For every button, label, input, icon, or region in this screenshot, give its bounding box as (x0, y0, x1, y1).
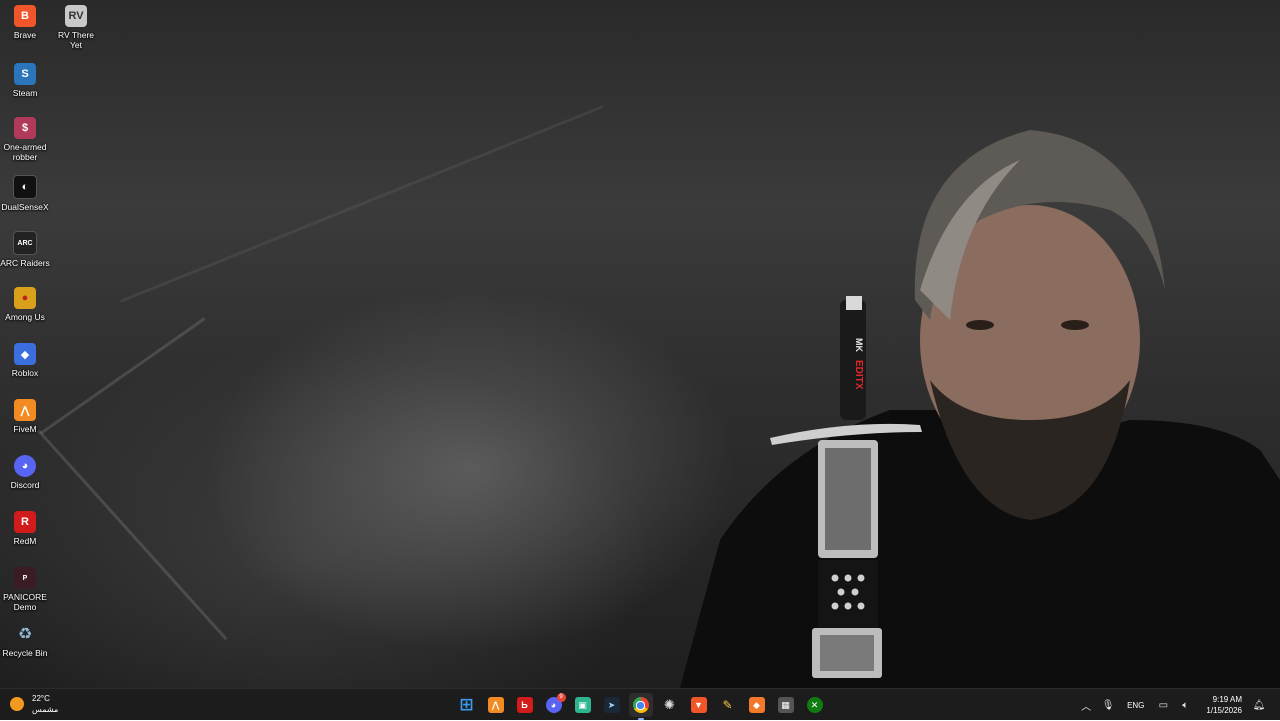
taskbar-app-brave[interactable]: ▼ (687, 693, 711, 717)
windows-start-icon: ⊞ (459, 695, 474, 714)
clock-date: 1/15/2026 (1206, 706, 1242, 715)
desktop-icon-panicore[interactable]: P PANICORE Demo (0, 567, 50, 612)
sword-label-mk: MK (854, 338, 864, 352)
taskbar: 22°C مشمس ⊞ ⋀ Ь ◕ 9 ▣ ➤ ✺ ▼ ✎ ◆ ▦ ✕ ︿ 🎙︎… (0, 688, 1280, 720)
redm-icon: Ь (516, 697, 533, 713)
desktop-icon-label: Among Us (5, 312, 45, 322)
taskbar-app-pen[interactable]: ✎ (716, 693, 740, 717)
desktop-icon-label: Roblox (11, 368, 39, 378)
recycle-bin-icon: ♻ (17, 626, 33, 643)
arc-raiders-icon: ARC (13, 231, 37, 255)
steelseries-icon: ✺ (664, 697, 675, 712)
desktop-icon-redm[interactable]: R RedM (0, 511, 50, 546)
desktop-icon-label: DualSenseX (1, 202, 49, 212)
clock-time: 9:19 AM (1212, 695, 1242, 704)
chrome-icon (632, 697, 649, 713)
volume-icon[interactable]: 🔈︎ (1176, 696, 1194, 714)
taskbar-clock[interactable]: 9:19 AM 1/15/2026 (1206, 694, 1242, 716)
desktop-icon-label: Steam (12, 88, 38, 98)
taskbar-app-discord[interactable]: ◕ 9 (542, 693, 566, 717)
desktop-icon-fivem[interactable]: ⋀ FiveM (0, 399, 50, 434)
desktop-wallpaper: MK EDITX B Brave RV RV There Yet S Steam… (0, 0, 1280, 688)
desktop-icon-discord[interactable]: ◕ Discord (0, 455, 50, 490)
microsoft-store-icon: ▦ (777, 697, 794, 713)
rv-there-yet-icon: RV (65, 5, 87, 27)
desktop-icon-one-armed-robber[interactable]: $ One-armed robber (0, 117, 50, 162)
chevron-up-icon[interactable]: ︿ (1077, 696, 1095, 714)
taskbar-app-orange-box[interactable]: ◆ (745, 693, 769, 717)
taskbar-app-fivem[interactable]: ⋀ (484, 693, 508, 717)
taskbar-app-chrome[interactable] (628, 693, 653, 720)
desktop-icon-label: RV There Yet (57, 30, 95, 50)
taskbar-app-xbox[interactable]: ✕ (803, 693, 827, 717)
desktop-icon-among-us[interactable]: ● Among Us (0, 287, 50, 322)
fivem-icon: ⋀ (14, 399, 36, 421)
wallpaper-portrait: MK EDITX (680, 130, 1280, 688)
desktop-icon-arc-raiders[interactable]: ARC ARC Raiders (0, 231, 50, 268)
teal-app-icon: ▣ (574, 697, 591, 713)
xbox-icon: ✕ (806, 697, 823, 713)
steam-icon: ➤ (603, 697, 620, 713)
system-tray: ︿ 🎙︎ ENG ▭ 🔈︎ 9:19 AM 1/15/2026 🔔︎ (1075, 689, 1270, 721)
discord-icon: ◕ (14, 455, 36, 477)
discord-notification-badge: 9 (556, 693, 566, 702)
desktop-icon-rv-there-yet[interactable]: RV RV There Yet (51, 5, 101, 50)
desktop-icon-label: Recycle Bin (2, 648, 48, 658)
roblox-icon: ◆ (14, 343, 36, 365)
brave-icon: B (14, 5, 36, 27)
desktop-icon-label: One-armed robber (3, 142, 47, 162)
fivem-icon: ⋀ (487, 697, 504, 713)
weather-text: 22°C مشمس (32, 693, 58, 715)
desktop-icon-label: PANICORE Demo (3, 592, 47, 612)
wallpaper-road-line (120, 105, 604, 303)
desktop-icon-label: RedM (13, 536, 37, 546)
notification-icon[interactable]: 🔔︎ (1250, 696, 1268, 714)
desktop-icon-label: FiveM (13, 424, 37, 434)
taskbar-app-steam[interactable]: ➤ (600, 693, 624, 717)
brave-icon: ▼ (690, 697, 707, 713)
weather-widget[interactable]: 22°C مشمس (10, 693, 58, 715)
dualsensex-icon: ◐ (13, 175, 37, 199)
redm-icon: R (14, 511, 36, 533)
taskbar-app-store[interactable]: ▦ (774, 693, 798, 717)
microphone-icon[interactable]: 🎙︎ (1099, 696, 1117, 714)
orange-box-icon: ◆ (748, 697, 765, 713)
taskbar-app-steelseries[interactable]: ✺ (658, 693, 682, 717)
steam-icon: S (14, 63, 36, 85)
desktop-icon-label: Brave (13, 30, 37, 40)
desktop-icon-label: Discord (10, 480, 40, 490)
one-armed-robber-icon: $ (14, 117, 36, 139)
panicore-icon: P (14, 567, 36, 589)
sword-label-editx: EDITX (853, 360, 864, 390)
pen-app-icon: ✎ (722, 698, 733, 712)
taskbar-start-button[interactable]: ⊞ (455, 693, 479, 717)
wallpaper-road-line (40, 317, 206, 435)
weather-temp: 22°C (32, 694, 50, 703)
wallpaper-road-line (37, 430, 228, 641)
network-icon[interactable]: ▭ (1154, 696, 1172, 714)
weather-condition: مشمس (32, 705, 59, 714)
taskbar-apps: ⊞ ⋀ Ь ◕ 9 ▣ ➤ ✺ ▼ ✎ ◆ ▦ ✕ (452, 693, 829, 720)
desktop-icon-roblox[interactable]: ◆ Roblox (0, 343, 50, 378)
among-us-icon: ● (14, 287, 36, 309)
language-indicator[interactable]: ENG (1127, 701, 1144, 710)
taskbar-app-teal[interactable]: ▣ (571, 693, 595, 717)
desktop-icon-steam[interactable]: S Steam (0, 63, 50, 98)
desktop-icon-brave[interactable]: B Brave (0, 5, 50, 40)
desktop-icon-label: ARC Raiders (0, 258, 50, 268)
desktop-icon-dualsensex[interactable]: ◐ DualSenseX (0, 175, 50, 212)
desktop-icon-recycle-bin[interactable]: ♻ Recycle Bin (0, 623, 50, 658)
sun-icon (10, 697, 24, 711)
taskbar-app-redm[interactable]: Ь (513, 693, 537, 717)
